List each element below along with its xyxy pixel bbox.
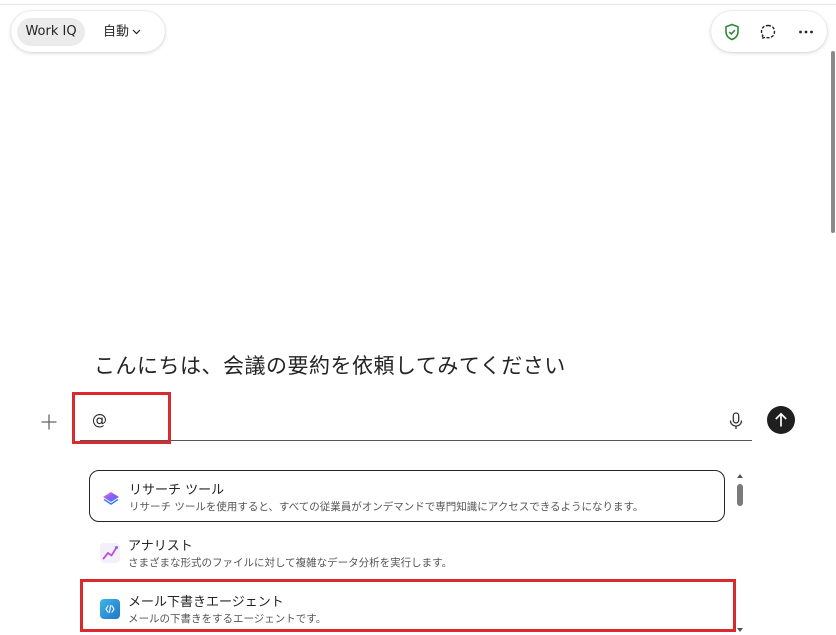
suggestion-analyst[interactable]: アナリスト さまざまな形式のファイルに対して複雑なデータ分析を実行します。 — [89, 527, 725, 579]
shield-check-icon[interactable] — [721, 21, 743, 43]
highlight-email-agent-box — [80, 579, 736, 632]
header-actions — [711, 11, 827, 52]
suggestion-description: リサーチ ツールを使用すると、すべての従業員がオンデマンドで専門知識にアクセスで… — [129, 501, 644, 513]
auto-dropdown-label: 自動 — [103, 24, 130, 40]
researcher-icon — [101, 487, 121, 507]
suggestion-title: リサーチ ツール — [129, 483, 225, 498]
chat-bubble-icon[interactable] — [757, 21, 779, 43]
more-icon[interactable] — [795, 21, 817, 43]
auto-dropdown[interactable]: 自動 — [103, 18, 141, 46]
mode-selector-group: Work IQ 自動 — [11, 11, 165, 52]
send-button[interactable] — [767, 406, 795, 434]
greeting-text: こんにちは、会議の要約を依頼してみてください — [94, 354, 566, 378]
list-scroll-up-arrow[interactable] — [737, 474, 743, 478]
top-divider — [0, 4, 836, 5]
analyst-icon — [100, 543, 120, 563]
microphone-icon[interactable] — [727, 411, 745, 431]
suggestion-researcher[interactable]: リサーチ ツール リサーチ ツールを使用すると、すべての従業員がオンデマンドで専… — [89, 470, 725, 522]
work-iq-button[interactable]: Work IQ — [17, 18, 85, 46]
list-scroll-down-arrow[interactable] — [737, 628, 743, 632]
highlight-input-box — [72, 392, 171, 444]
list-scrollbar-thumb[interactable] — [737, 484, 743, 506]
page-scrollbar[interactable] — [831, 51, 835, 233]
send-arrow-icon — [775, 412, 787, 427]
chevron-down-icon — [132, 18, 141, 46]
suggestion-description: さまざまな形式のファイルに対して複雑なデータ分析を実行します。 — [128, 557, 453, 569]
plus-icon[interactable] — [40, 413, 58, 431]
chat-input[interactable]: @ — [80, 403, 752, 441]
suggestion-title: アナリスト — [128, 539, 193, 554]
